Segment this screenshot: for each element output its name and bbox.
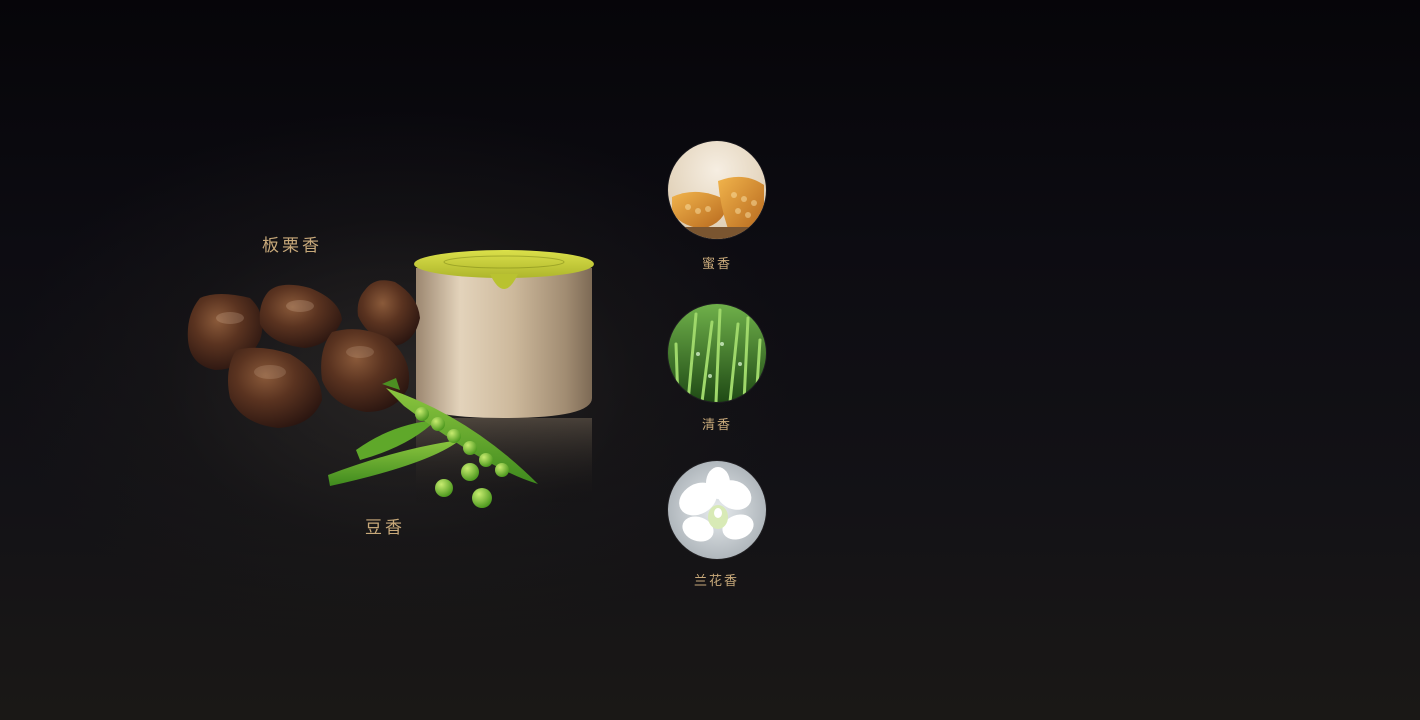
grass-icon	[668, 304, 766, 402]
orchid-aroma-label: 兰花香	[694, 574, 740, 589]
honey-aroma-label: 蜜香	[702, 257, 733, 272]
fresh-aroma-label: 清香	[702, 418, 733, 433]
aroma-showcase: 板栗香 豆香 蜜香 清香 兰花香	[0, 0, 1420, 720]
orchid-icon	[668, 461, 766, 559]
honeycomb-icon	[668, 141, 766, 239]
pea-aroma-label: 豆香	[365, 518, 405, 538]
product-composition-image	[187, 250, 594, 508]
